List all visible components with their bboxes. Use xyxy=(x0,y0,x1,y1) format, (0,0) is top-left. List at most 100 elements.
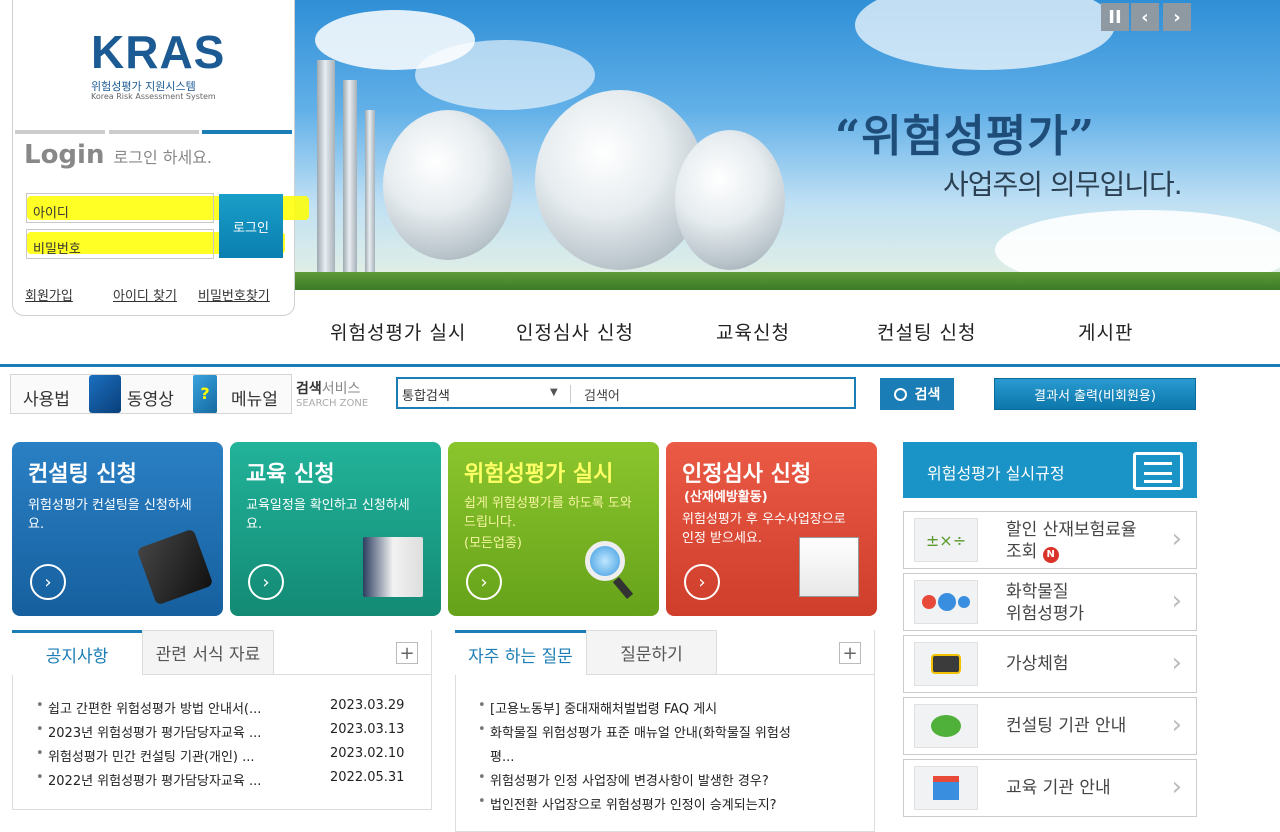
search-label: 검색서비스 xyxy=(296,378,360,398)
card-desc: 쉽게 위험성평가를 하도록 도와드립니다. xyxy=(464,494,634,532)
dropdown-arrow-icon[interactable]: ▼ xyxy=(550,387,558,398)
arrow-right-icon[interactable]: › xyxy=(684,564,720,600)
vr-icon xyxy=(914,642,978,686)
molecule-icon xyxy=(914,580,978,624)
calculator-icon: ±×÷ xyxy=(914,518,978,562)
magnifier-icon xyxy=(581,537,641,597)
password-input[interactable]: 비밀번호 xyxy=(26,229,214,259)
find-password-link[interactable]: 비밀번호찾기 xyxy=(198,285,270,304)
login-button[interactable]: 로그인 xyxy=(219,194,283,258)
login-title-sub: 로그인 하세요. xyxy=(114,148,213,167)
card-title: 컨설팅 신청 xyxy=(28,456,137,488)
right-item-insurance[interactable]: ±×÷ 할인 산재보험료율 조회 N › xyxy=(903,511,1197,569)
find-id-link[interactable]: 아이디 찾기 xyxy=(113,285,177,304)
right-item-label-2: 위험성평가 xyxy=(1006,604,1084,625)
card-title: 위험성평가 실시 xyxy=(464,456,613,488)
notice-item-date: 2023.03.13 xyxy=(330,722,404,737)
search-button[interactable]: 검색 xyxy=(880,378,954,410)
chat-icon xyxy=(914,704,978,748)
right-item-label: 가상체험 xyxy=(1006,654,1069,675)
print-result-button[interactable]: 결과서 출력(비회원용) xyxy=(994,378,1196,410)
document-icon xyxy=(1133,452,1183,490)
id-input[interactable]: 아이디 xyxy=(26,193,214,223)
right-item-chemical[interactable]: 화학물질 위험성평가 › xyxy=(903,573,1197,631)
faq-item[interactable]: [고용노동부] 중대재해처벌법령 FAQ 게시 xyxy=(490,698,717,717)
tab-notice[interactable]: 공지사항 xyxy=(12,630,142,675)
banner-slogan: “위험성평가” xyxy=(835,100,1095,164)
right-item-vr[interactable]: 가상체험 › xyxy=(903,635,1197,693)
nav-certification[interactable]: 인정심사 신청 xyxy=(516,318,634,345)
card-education[interactable]: 교육 신청 교육일정을 확인하고 신청하세요. › xyxy=(230,442,441,616)
notice-item-date: 2023.02.10 xyxy=(330,746,404,761)
quick-menu: 사용법 동영상 ? 메뉴얼 xyxy=(10,374,292,414)
faq-item[interactable]: 법인전환 사업장으로 위험성평가 인정이 승계되는지? xyxy=(490,794,777,813)
login-tab-divider xyxy=(15,130,105,134)
faq-item-cont[interactable]: 평... xyxy=(490,746,514,765)
notice-more-button[interactable]: + xyxy=(396,642,418,664)
notice-item-title[interactable]: 위험성평가 민간 컨설팅 기관(개인) ... xyxy=(48,746,255,765)
logo-subtitle-en: Korea Risk Assessment System xyxy=(91,92,216,101)
chevron-right-icon: › xyxy=(1172,524,1182,554)
right-item-label: 교육 기관 안내 xyxy=(1006,778,1111,799)
video-icon xyxy=(89,375,121,413)
card-desc: 교육일정을 확인하고 신청하세요. xyxy=(246,496,416,534)
search-category-select[interactable]: 통합검색 xyxy=(402,385,450,404)
chevron-right-icon: › xyxy=(1172,586,1182,616)
nav-education[interactable]: 교육신청 xyxy=(716,318,790,345)
card-desc: 위험성평가 컨설팅을 신청하세요. xyxy=(28,496,198,534)
manual-link[interactable]: 메뉴얼 xyxy=(231,385,278,410)
faq-item[interactable]: 위험성평가 인정 사업장에 변경사항이 발생한 경우? xyxy=(490,770,769,789)
right-item-consulting[interactable]: 컨설팅 기관 안내 › xyxy=(903,697,1197,755)
notice-item-title[interactable]: 2022년 위험성평가 평가담당자교육 ... xyxy=(48,770,261,789)
manual-icon: ? xyxy=(193,375,217,413)
chevron-right-icon: › xyxy=(1172,648,1182,678)
faq-item[interactable]: 화학물질 위험성평가 표준 매뉴얼 안내(화학물질 위험성 xyxy=(490,722,791,741)
tab-underline xyxy=(274,674,432,675)
right-item-label-2: 조회 N xyxy=(1006,542,1059,563)
search-input[interactable]: 검색어 xyxy=(584,385,620,404)
chevron-right-icon: › xyxy=(1172,772,1182,802)
new-badge-icon: N xyxy=(1043,547,1059,563)
notice-item-date: 2022.05.31 xyxy=(330,770,404,785)
notice-item-title[interactable]: 쉽고 간편한 위험성평가 방법 안내서(... xyxy=(48,698,261,717)
nav-consulting[interactable]: 컨설팅 신청 xyxy=(877,318,976,345)
login-panel: KRAS 위험성평가 지원시스템 Korea Risk Assessment S… xyxy=(12,0,295,316)
notice-item-date: 2023.03.29 xyxy=(330,698,404,713)
notice-item-title[interactable]: 2023년 위험성평가 평가담당자교육 ... xyxy=(48,722,261,741)
tab-forms[interactable]: 관련 서식 자료 xyxy=(142,630,274,675)
regulation-header[interactable]: 위험성평가 실시규정 xyxy=(903,442,1197,498)
main-banner: “위험성평가” 사업주의 의무입니다. II ‹ › xyxy=(295,0,1280,290)
tab-faq[interactable]: 자주 하는 질문 xyxy=(455,630,586,675)
right-item-label: 할인 산재보험료율 xyxy=(1006,520,1137,541)
faq-more-button[interactable]: + xyxy=(839,642,861,664)
card-consulting[interactable]: 컨설팅 신청 위험성평가 컨설팅을 신청하세요. › xyxy=(12,442,223,616)
arrow-right-icon[interactable]: › xyxy=(30,564,66,600)
search-icon xyxy=(894,388,907,401)
card-certification[interactable]: 인정심사 신청 (산재예방활동) 위험성평가 후 우수사업장으로 인정 받으세요… xyxy=(666,442,877,616)
right-item-education[interactable]: 교육 기관 안내 › xyxy=(903,759,1197,817)
login-tab-divider-active xyxy=(202,130,292,134)
video-link[interactable]: 동영상 xyxy=(127,385,174,410)
search-zone-label: SEARCH ZONE xyxy=(296,398,368,409)
banner-subslogan: 사업주의 의무입니다. xyxy=(943,163,1182,203)
notebook-icon xyxy=(137,529,214,606)
arrow-right-icon[interactable]: › xyxy=(466,564,502,600)
usage-link[interactable]: 사용법 xyxy=(23,385,70,410)
signup-link[interactable]: 회원가입 xyxy=(25,285,73,304)
nav-board[interactable]: 게시판 xyxy=(1078,318,1133,345)
card-title: 교육 신청 xyxy=(246,456,335,488)
card-subtitle: (산재예방활동) xyxy=(684,486,768,505)
right-item-label: 화학물질 xyxy=(1006,582,1069,603)
next-slide-button[interactable]: › xyxy=(1163,3,1191,31)
chevron-right-icon: › xyxy=(1172,710,1182,740)
pause-button[interactable]: II xyxy=(1101,3,1129,31)
search-button-label: 검색 xyxy=(915,384,941,404)
nav-risk-assessment[interactable]: 위험성평가 실시 xyxy=(330,318,466,345)
card-risk-assessment[interactable]: 위험성평가 실시 쉽게 위험성평가를 하도록 도와드립니다. (모든업종) › xyxy=(448,442,659,616)
tab-ask[interactable]: 질문하기 xyxy=(586,630,717,675)
prev-slide-button[interactable]: ‹ xyxy=(1131,3,1159,31)
search-divider xyxy=(570,385,571,403)
kras-logo[interactable]: KRAS xyxy=(91,25,225,79)
arrow-right-icon[interactable]: › xyxy=(248,564,284,600)
search-label-rest: 서비스 xyxy=(322,381,361,397)
